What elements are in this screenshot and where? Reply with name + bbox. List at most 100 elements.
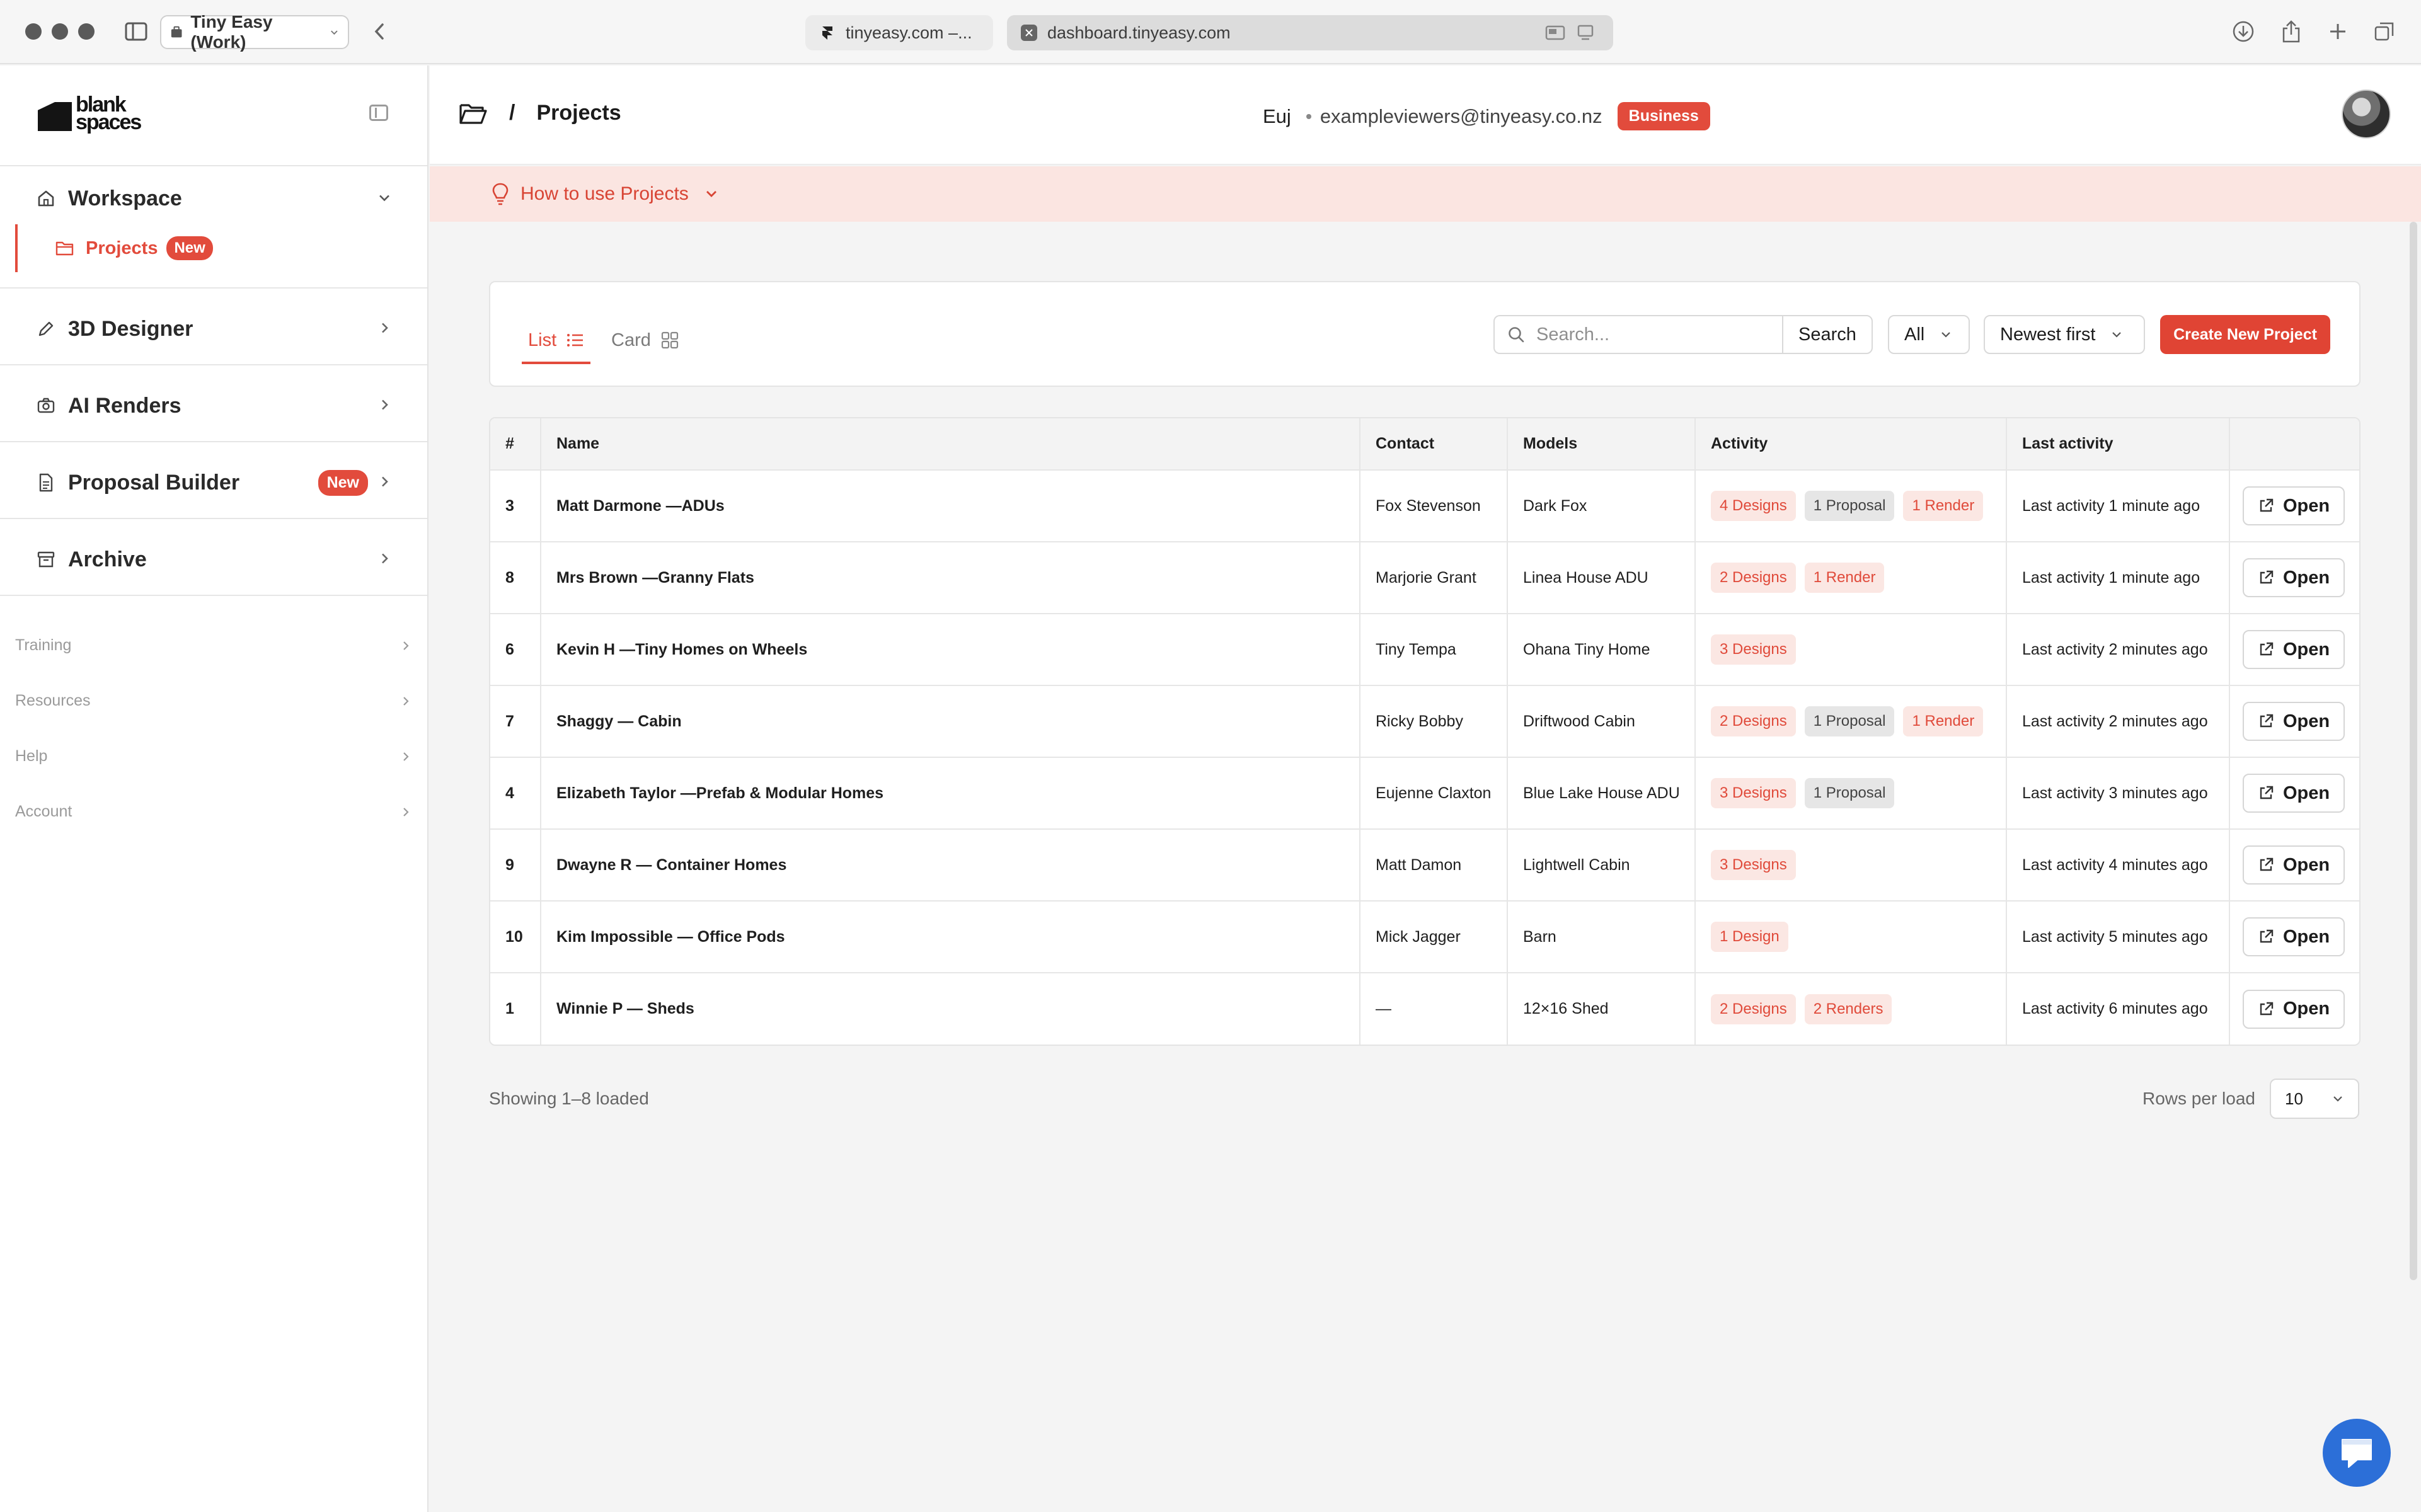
tab-card-view[interactable]: Card	[611, 321, 679, 359]
avatar[interactable]	[2342, 89, 2391, 139]
user-email: exampleviewers@tinyeasy.co.nz	[1320, 105, 1602, 127]
user-name: Euj	[1263, 105, 1291, 127]
folder-open-icon[interactable]	[459, 101, 488, 125]
table-row[interactable]: 9 Dwayne R — Container Homes Matt Damon Lig…	[490, 829, 2359, 902]
external-link-icon	[2260, 786, 2274, 799]
rows-per-load-select[interactable]: 10	[2270, 1079, 2359, 1119]
back-icon[interactable]	[367, 19, 392, 44]
share-icon[interactable]	[2279, 19, 2304, 44]
cell-last-activity: Last activity 2 minutes ago	[2006, 614, 2230, 686]
open-project-button[interactable]: Open	[2243, 486, 2345, 525]
filter-dropdown[interactable]: All	[1888, 315, 1970, 354]
cell-contact: Tiny Tempa	[1360, 614, 1508, 686]
sidebar-icon[interactable]	[124, 19, 149, 44]
archive-icon	[35, 549, 57, 570]
list-icon	[567, 334, 584, 346]
cell-last-activity: Last activity 3 minutes ago	[2006, 757, 2230, 830]
table-row[interactable]: 1 Winnie P — Sheds —12×16 Shed 2 Designs 2 R…	[490, 973, 2359, 1045]
column-header[interactable]: Contact	[1360, 418, 1508, 471]
cell-activity: 2 Designs 1 Proposal 1 Render	[1695, 685, 2007, 758]
user-info: Euj exampleviewers@tinyeasy.co.nz Busine…	[1263, 102, 1710, 130]
sidebar-section-training[interactable]: Training	[15, 636, 412, 655]
external-link-icon	[2260, 857, 2274, 871]
open-project-button[interactable]: Open	[2243, 702, 2345, 741]
sidebar-section-help[interactable]: Help	[15, 747, 412, 765]
projects-table: # Name Contact Models Activity Last acti…	[489, 417, 2361, 1046]
toolbar: List Card Search All Newest first Create…	[489, 281, 2361, 387]
collapse-sidebar-icon[interactable]	[369, 105, 388, 121]
cell-name[interactable]: Dwayne R — Container Homes	[541, 829, 1360, 902]
reader-icon[interactable]	[1577, 24, 1596, 42]
activity-chip: 3 Designs	[1711, 778, 1796, 808]
tab-tinyeasy[interactable]: tinyeasy.com –...	[805, 15, 993, 50]
open-project-button[interactable]: Open	[2243, 774, 2345, 813]
help-banner[interactable]: How to use Projects	[430, 166, 2421, 222]
cell-name[interactable]: Kim Impossible — Office Pods	[541, 901, 1360, 973]
activity-chip: 4 Designs	[1711, 491, 1796, 521]
tab-title: tinyeasy.com –...	[846, 23, 972, 42]
document-icon	[35, 472, 57, 493]
cell-name[interactable]: Elizabeth Taylor —Prefab & Modular Homes	[541, 757, 1360, 830]
sidebar-section-account[interactable]: Account	[15, 803, 412, 821]
chevron-right-icon	[377, 547, 392, 572]
scrollbar[interactable]	[2410, 222, 2417, 1280]
table-row[interactable]: 8 Mrs Brown —Granny Flats Marjorie Grant Li…	[490, 542, 2359, 614]
sort-dropdown[interactable]: Newest first	[1984, 315, 2145, 354]
sidebar-item-ai-renders[interactable]: AI Renders	[0, 374, 427, 437]
column-header[interactable]: Name	[541, 418, 1360, 471]
table-row[interactable]: 10 Kim Impossible — Office Pods Mick Jagge…	[490, 901, 2359, 973]
table-row[interactable]: 4 Elizabeth Taylor —Prefab & Modular Home…	[490, 757, 2359, 830]
chevron-right-icon	[377, 317, 392, 341]
download-icon[interactable]	[2231, 19, 2256, 44]
sidebar-item-3d-designer[interactable]: 3D Designer	[0, 297, 427, 360]
table-row[interactable]: 3 Matt Darmone —ADUs Fox Stevenson Dark Fox…	[490, 470, 2359, 542]
profile-selector[interactable]: Tiny Easy (Work)	[160, 12, 349, 52]
site-icon	[1021, 25, 1037, 41]
column-header[interactable]: Last activity	[2006, 418, 2230, 471]
search-input[interactable]	[1536, 324, 1763, 345]
search-button[interactable]: Search	[1782, 315, 1873, 354]
cell-action: Open	[2229, 973, 2359, 1045]
sidebar-item-workspace[interactable]: Workspace	[0, 173, 427, 224]
cell-name[interactable]: Winnie P — Sheds	[541, 973, 1360, 1045]
cell-contact: Fox Stevenson	[1360, 470, 1508, 542]
logo-mark	[38, 102, 72, 131]
column-header[interactable]: Activity	[1695, 418, 2007, 471]
open-project-button[interactable]: Open	[2243, 989, 2345, 1029]
chat-button[interactable]	[2323, 1419, 2391, 1487]
new-badge: New	[166, 236, 213, 260]
cell-last-activity: Last activity 4 minutes ago	[2006, 829, 2230, 902]
chevron-down-icon	[704, 186, 719, 202]
open-project-button[interactable]: Open	[2243, 558, 2345, 597]
tabs-icon[interactable]	[2372, 19, 2397, 44]
picture-in-picture-icon[interactable]	[1545, 24, 1568, 42]
create-project-button[interactable]: Create New Project	[2160, 315, 2330, 354]
cell-model: Lightwell Cabin	[1507, 829, 1696, 902]
table-row[interactable]: 6 Kevin H —Tiny Homes on Wheels Tiny Tempa…	[490, 614, 2359, 686]
cell-name[interactable]: Kevin H —Tiny Homes on Wheels	[541, 614, 1360, 686]
column-header[interactable]: #	[490, 418, 541, 471]
plus-icon[interactable]	[2325, 19, 2350, 44]
sidebar-item-projects[interactable]: Projects New	[15, 224, 418, 272]
cell-name[interactable]: Mrs Brown —Granny Flats	[541, 542, 1360, 614]
open-project-button[interactable]: Open	[2243, 630, 2345, 669]
sidebar-item-archive[interactable]: Archive	[0, 528, 427, 591]
sidebar-item-proposal-builder[interactable]: Proposal Builder New	[0, 451, 427, 514]
cell-activity: 2 Designs 1 Render	[1695, 542, 2007, 614]
pencil-icon	[35, 318, 57, 340]
column-header[interactable]: Models	[1507, 418, 1696, 471]
search-field[interactable]	[1493, 315, 1782, 354]
table-row[interactable]: 7 Shaggy — Cabin Ricky Bobby Driftwood Cabi…	[490, 685, 2359, 758]
cell-name[interactable]: Shaggy — Cabin	[541, 685, 1360, 758]
brand-logo[interactable]: blank spaces	[38, 94, 142, 133]
tab-dashboard[interactable]: dashboard.tinyeasy.com	[1007, 15, 1613, 50]
chevron-down-icon	[2112, 332, 2122, 338]
window-controls[interactable]	[25, 23, 95, 40]
open-project-button[interactable]: Open	[2243, 845, 2345, 885]
cell-name[interactable]: Matt Darmone —ADUs	[541, 470, 1360, 542]
sidebar-section-resources[interactable]: Resources	[15, 692, 412, 710]
open-project-button[interactable]: Open	[2243, 917, 2345, 956]
camera-icon	[35, 395, 57, 416]
tab-list-view[interactable]: List	[521, 321, 591, 364]
chevron-down-icon	[377, 186, 392, 211]
